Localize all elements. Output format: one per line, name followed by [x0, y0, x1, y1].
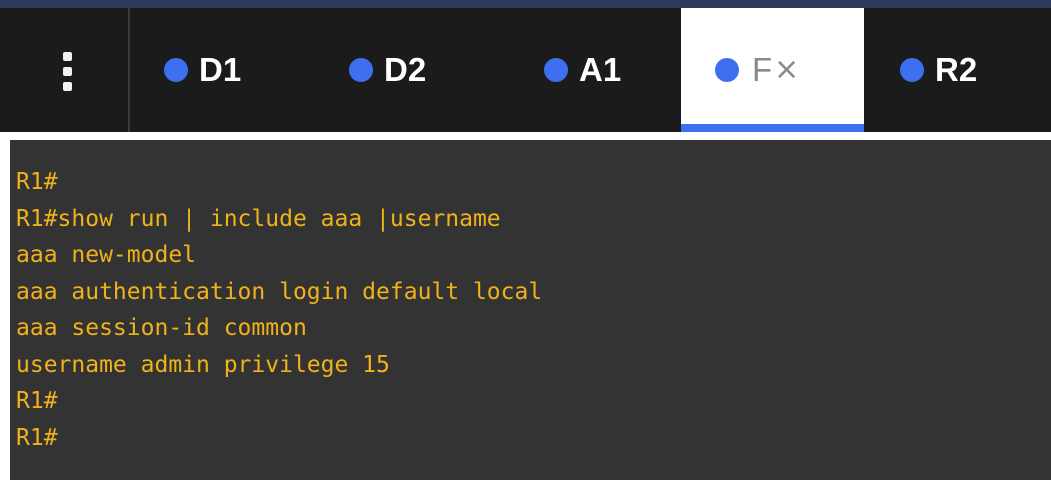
close-tab-icon[interactable]: × [774, 50, 799, 90]
kebab-menu-icon [63, 67, 72, 76]
tab-d1[interactable]: D1 [150, 8, 320, 132]
kebab-menu-icon [63, 52, 72, 61]
session-tab-bar: D1 D2 A1 F × R2 [0, 8, 1051, 132]
active-tab-indicator [681, 124, 864, 132]
terminal-line: R1# [16, 169, 58, 195]
terminal-line: aaa authentication login default local [16, 278, 543, 305]
terminal-console[interactable]: R1# R1#show run | include aaa |username … [10, 140, 1051, 480]
status-dot-icon [349, 58, 373, 82]
terminal-line: R1# [16, 388, 58, 414]
tab-label: A1 [579, 51, 622, 88]
window-top-strip [0, 0, 1051, 8]
tab-d2[interactable]: D2 [335, 8, 515, 132]
status-dot-icon [544, 58, 568, 82]
kebab-menu-icon [63, 82, 72, 91]
tab-label: F [752, 51, 773, 88]
status-dot-icon [164, 58, 188, 82]
terminal-line: R1# [16, 424, 58, 451]
terminal-line: R1#show run | include aaa |username [16, 205, 501, 232]
tab-label: D2 [384, 51, 427, 88]
tab-label: D1 [199, 51, 242, 88]
separator [0, 132, 1051, 140]
status-dot-icon [715, 58, 739, 82]
tab-r1-active[interactable]: F × [681, 8, 864, 132]
status-dot-icon [900, 58, 924, 82]
terminal-line: aaa session-id common [16, 315, 307, 341]
terminal-line: username admin privilege 15 [16, 351, 390, 378]
terminal-line: aaa new-model [16, 242, 197, 268]
tab-r2[interactable]: R2 [884, 8, 1051, 132]
more-options-button[interactable] [0, 8, 130, 132]
tab-a1[interactable]: A1 [530, 8, 680, 132]
tab-label: R2 [935, 51, 978, 88]
